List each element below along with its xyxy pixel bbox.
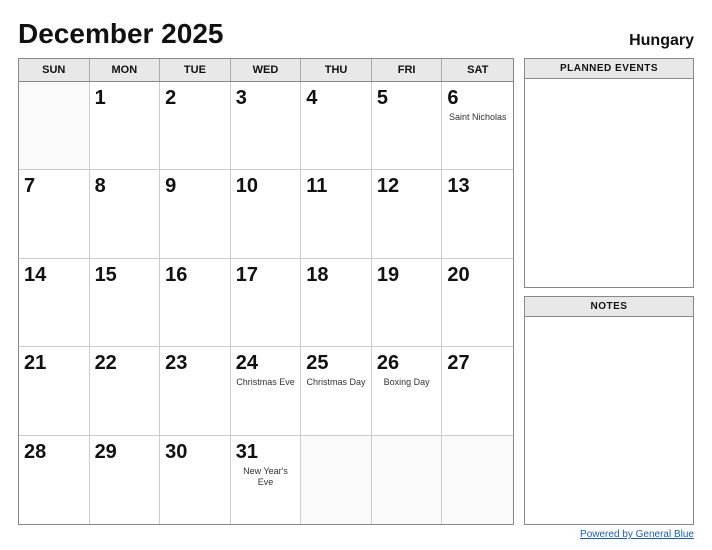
day-number: 28: [24, 440, 84, 464]
cal-cell: 24 Christmas Eve: [231, 347, 302, 435]
cal-cell: 4: [301, 82, 372, 170]
cal-cell: [372, 436, 443, 524]
day-number: 26: [377, 351, 437, 375]
cal-cell: 20: [442, 259, 513, 347]
cal-cell: 26 Boxing Day: [372, 347, 443, 435]
day-number: 7: [24, 174, 84, 198]
cal-cell: 16: [160, 259, 231, 347]
day-headers: SUNMONTUEWEDTHUFRISAT: [19, 59, 513, 82]
cal-cell: 15: [90, 259, 161, 347]
notes-title: NOTES: [525, 297, 693, 317]
day-number: 18: [306, 263, 366, 287]
planned-events-title: PLANNED EVENTS: [525, 59, 693, 79]
holiday-name: Boxing Day: [377, 377, 437, 389]
cal-cell: 27: [442, 347, 513, 435]
main-area: SUNMONTUEWEDTHUFRISAT 123456Saint Nichol…: [18, 58, 694, 525]
cal-cell: 19: [372, 259, 443, 347]
calendar: SUNMONTUEWEDTHUFRISAT 123456Saint Nichol…: [18, 58, 514, 525]
sidebar: PLANNED EVENTS NOTES: [524, 58, 694, 525]
day-number: 31: [236, 440, 296, 464]
notes-content[interactable]: [525, 317, 693, 525]
cal-cell: 21: [19, 347, 90, 435]
day-number: 13: [447, 174, 508, 198]
day-number: 4: [306, 86, 366, 110]
day-header: THU: [301, 59, 372, 81]
cal-cell: 1: [90, 82, 161, 170]
cal-cell: 25 Christmas Day: [301, 347, 372, 435]
page: December 2025 Hungary SUNMONTUEWEDTHUFRI…: [0, 0, 712, 550]
cal-cell: 17: [231, 259, 302, 347]
day-number: 21: [24, 351, 84, 375]
day-number: 16: [165, 263, 225, 287]
day-number: 24: [236, 351, 296, 375]
day-header: SAT: [442, 59, 513, 81]
cal-cell: 22: [90, 347, 161, 435]
day-number: 29: [95, 440, 155, 464]
day-header: SUN: [19, 59, 90, 81]
day-number: 14: [24, 263, 84, 287]
day-number: 10: [236, 174, 296, 198]
day-header: TUE: [160, 59, 231, 81]
cal-cell: 9: [160, 170, 231, 258]
calendar-grid: 123456Saint Nicholas78910111213141516171…: [19, 82, 513, 524]
cal-cell: 23: [160, 347, 231, 435]
cal-cell: 31New Year's Eve: [231, 436, 302, 524]
day-number: 2: [165, 86, 225, 110]
day-number: 25: [306, 351, 366, 375]
cal-cell: 11: [301, 170, 372, 258]
day-number: 3: [236, 86, 296, 110]
cal-cell: 2: [160, 82, 231, 170]
cal-cell: 3: [231, 82, 302, 170]
day-header: FRI: [372, 59, 443, 81]
cal-cell: 18: [301, 259, 372, 347]
cal-cell: 28: [19, 436, 90, 524]
day-number: 1: [95, 86, 155, 110]
cal-cell: 10: [231, 170, 302, 258]
cal-cell: [19, 82, 90, 170]
day-number: 11: [306, 174, 366, 198]
country-label: Hungary: [629, 32, 694, 50]
cal-cell: 14: [19, 259, 90, 347]
cal-cell: [301, 436, 372, 524]
page-title: December 2025: [18, 18, 223, 50]
cal-cell: 13: [442, 170, 513, 258]
day-number: 5: [377, 86, 437, 110]
cal-cell: 6 Saint Nicholas: [442, 82, 513, 170]
day-number: 20: [447, 263, 508, 287]
day-number: 19: [377, 263, 437, 287]
planned-events-box: PLANNED EVENTS: [524, 58, 694, 288]
cal-cell: 7: [19, 170, 90, 258]
day-number: 27: [447, 351, 508, 375]
cal-cell: 5: [372, 82, 443, 170]
footer: Powered by General Blue: [18, 529, 694, 540]
day-header: WED: [231, 59, 302, 81]
cal-cell: 29: [90, 436, 161, 524]
day-number: 23: [165, 351, 225, 375]
day-number: 12: [377, 174, 437, 198]
header: December 2025 Hungary: [18, 18, 694, 50]
cal-cell: 8: [90, 170, 161, 258]
holiday-name: Saint Nicholas: [447, 112, 508, 124]
holiday-name: Christmas Eve: [236, 377, 296, 389]
cal-cell: 30: [160, 436, 231, 524]
notes-box: NOTES: [524, 296, 694, 526]
day-number: 22: [95, 351, 155, 375]
powered-by-link[interactable]: Powered by General Blue: [580, 529, 694, 540]
day-number: 17: [236, 263, 296, 287]
holiday-name: New Year's Eve: [236, 466, 296, 489]
cal-cell: [442, 436, 513, 524]
day-number: 30: [165, 440, 225, 464]
holiday-name: Christmas Day: [306, 377, 366, 389]
cal-cell: 12: [372, 170, 443, 258]
day-number: 15: [95, 263, 155, 287]
planned-events-content[interactable]: [525, 79, 693, 287]
day-number: 6: [447, 86, 508, 110]
day-header: MON: [90, 59, 161, 81]
day-number: 8: [95, 174, 155, 198]
day-number: 9: [165, 174, 225, 198]
